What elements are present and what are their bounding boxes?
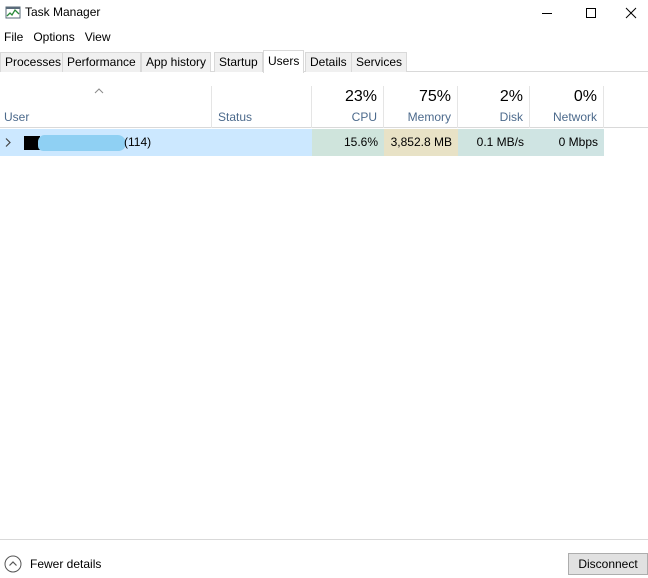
user-network-cell: 0 Mbps — [530, 129, 604, 156]
column-cpu[interactable]: 23% CPU — [312, 86, 384, 128]
tab-users[interactable]: Users — [263, 50, 305, 73]
column-status[interactable]: Status — [212, 86, 312, 128]
tab-details[interactable]: Details — [305, 52, 352, 72]
close-button[interactable] — [614, 0, 648, 26]
column-header-row: User Status 23% CPU 75% Memory 2% Disk 0… — [0, 86, 648, 128]
memory-total-percent: 75% — [418, 88, 451, 105]
user-memory-cell: 3,852.8 MB — [384, 129, 458, 156]
close-icon — [625, 7, 637, 19]
cpu-total-percent: 23% — [344, 88, 377, 105]
footer-bar: Fewer details Disconnect — [0, 539, 648, 578]
minimize-icon — [542, 13, 552, 14]
menu-bar: File Options View — [0, 28, 117, 46]
table-row[interactable]: (114) 15.6% 3,852.8 MB 0.1 MB/s 0 Mbps — [0, 129, 604, 156]
tab-processes[interactable]: Processes — [0, 52, 67, 72]
tab-performance[interactable]: Performance — [62, 52, 141, 72]
tab-startup[interactable]: Startup — [214, 52, 263, 72]
user-cpu-cell: 15.6% — [312, 129, 384, 156]
disconnect-button[interactable]: Disconnect — [568, 553, 648, 575]
title-bar: Task Manager — [0, 0, 648, 26]
user-process-count: (114) — [124, 135, 152, 149]
column-disk-label: Disk — [499, 110, 523, 124]
menu-view[interactable]: View — [81, 28, 117, 46]
network-total-percent: 0% — [573, 88, 597, 105]
fewer-details-link[interactable]: Fewer details — [4, 555, 101, 573]
redacted-username — [38, 135, 126, 151]
user-disk-cell: 0.1 MB/s — [458, 129, 530, 156]
fewer-details-label: Fewer details — [30, 557, 102, 571]
column-memory[interactable]: 75% Memory — [384, 86, 458, 128]
disk-total-percent: 2% — [499, 88, 523, 105]
column-user[interactable]: User — [0, 86, 212, 128]
chevron-up-circle-icon — [4, 555, 22, 573]
maximize-button[interactable] — [568, 0, 614, 26]
task-manager-icon — [5, 6, 21, 19]
menu-options[interactable]: Options — [29, 28, 80, 46]
column-status-label: Status — [218, 110, 253, 124]
column-cpu-label: CPU — [351, 110, 377, 124]
column-network[interactable]: 0% Network — [530, 86, 604, 128]
tab-app-history[interactable]: App history — [141, 52, 212, 72]
maximize-icon — [586, 8, 596, 18]
sort-ascending-icon — [94, 88, 104, 94]
tab-bar: Processes Performance App history Startu… — [0, 50, 648, 73]
tab-services[interactable]: Services — [351, 52, 408, 72]
column-memory-label: Memory — [407, 110, 451, 124]
window-title: Task Manager — [25, 5, 101, 19]
user-status-cell — [212, 129, 312, 156]
menu-file[interactable]: File — [0, 28, 29, 46]
column-disk[interactable]: 2% Disk — [458, 86, 530, 128]
column-network-label: Network — [552, 110, 597, 124]
minimize-button[interactable] — [524, 0, 570, 26]
column-user-label: User — [4, 110, 30, 124]
chevron-right-icon[interactable] — [4, 137, 12, 148]
